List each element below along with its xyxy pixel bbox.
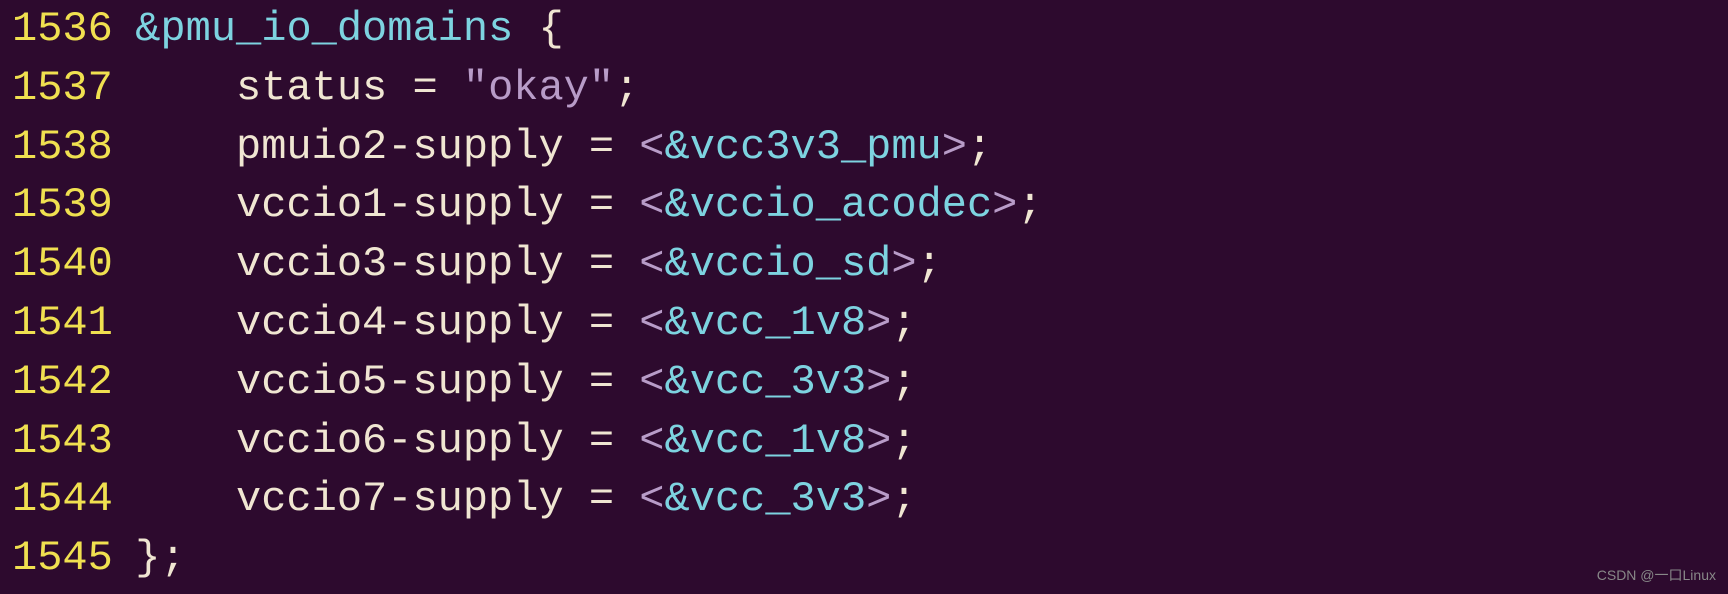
line-number: 1539 [0, 176, 110, 235]
code-token: < [639, 417, 664, 465]
line-number: 1541 [0, 294, 110, 353]
line-number: 1544 [0, 470, 110, 529]
line-number: 1540 [0, 235, 110, 294]
code-token: vccio5-supply = [110, 358, 639, 406]
code-content[interactable]: &pmu_io_domains { [110, 0, 564, 59]
code-content[interactable]: vccio4-supply = <&vcc_1v8>; [110, 294, 917, 353]
line-number: 1537 [0, 59, 110, 118]
code-line[interactable]: 1537 status = "okay"; [0, 59, 1728, 118]
code-token: ; [891, 475, 916, 523]
code-line[interactable]: 1538 pmuio2-supply = <&vcc3v3_pmu>; [0, 118, 1728, 177]
code-token: { [513, 5, 563, 53]
code-token: < [639, 358, 664, 406]
code-token: "okay" [463, 64, 614, 112]
code-token: ; [917, 240, 942, 288]
code-token: &vcc3v3_pmu [665, 123, 942, 171]
code-token: ; [1017, 181, 1042, 229]
code-token: vccio3-supply = [110, 240, 639, 288]
code-token: > [891, 240, 916, 288]
line-number: 1536 [0, 0, 110, 59]
code-line[interactable]: 1543 vccio6-supply = <&vcc_1v8>; [0, 412, 1728, 471]
code-line[interactable]: 1536 &pmu_io_domains { [0, 0, 1728, 59]
code-token: < [639, 240, 664, 288]
code-token: &pmu_io_domains [135, 5, 513, 53]
code-token: > [866, 358, 891, 406]
code-token: ; [891, 299, 916, 347]
code-token: status = [110, 64, 463, 112]
code-token: ; [891, 358, 916, 406]
code-editor[interactable]: 1536 &pmu_io_domains {1537 status = "oka… [0, 0, 1728, 588]
code-token: &vccio_sd [665, 240, 892, 288]
code-line[interactable]: 1544 vccio7-supply = <&vcc_3v3>; [0, 470, 1728, 529]
code-token: &vcc_1v8 [665, 417, 867, 465]
code-token: &vcc_1v8 [665, 299, 867, 347]
code-content[interactable]: vccio7-supply = <&vcc_3v3>; [110, 470, 917, 529]
line-number: 1545 [0, 529, 110, 588]
code-content[interactable]: vccio6-supply = <&vcc_1v8>; [110, 412, 917, 471]
code-token: &vcc_3v3 [665, 475, 867, 523]
code-token: > [866, 475, 891, 523]
line-number: 1538 [0, 118, 110, 177]
code-line[interactable]: 1539 vccio1-supply = <&vccio_acodec>; [0, 176, 1728, 235]
line-number: 1542 [0, 353, 110, 412]
watermark: CSDN @一口Linux [1597, 566, 1716, 586]
line-number: 1543 [0, 412, 110, 471]
code-token: < [639, 299, 664, 347]
code-content[interactable]: vccio1-supply = <&vccio_acodec>; [110, 176, 1043, 235]
code-token: vccio1-supply = [110, 181, 639, 229]
code-content[interactable]: vccio5-supply = <&vcc_3v3>; [110, 353, 917, 412]
code-token: < [639, 181, 664, 229]
code-token: &vccio_acodec [665, 181, 993, 229]
code-token: vccio6-supply = [110, 417, 639, 465]
code-line[interactable]: 1542 vccio5-supply = <&vcc_3v3>; [0, 353, 1728, 412]
code-token: < [639, 475, 664, 523]
code-content[interactable]: pmuio2-supply = <&vcc3v3_pmu>; [110, 118, 992, 177]
code-token: pmuio2-supply = [110, 123, 639, 171]
code-line[interactable]: 1540 vccio3-supply = <&vccio_sd>; [0, 235, 1728, 294]
code-token [110, 5, 135, 53]
code-content[interactable]: }; [110, 529, 186, 588]
code-token: vccio4-supply = [110, 299, 639, 347]
code-line[interactable]: 1541 vccio4-supply = <&vcc_1v8>; [0, 294, 1728, 353]
code-token: > [866, 417, 891, 465]
code-line[interactable]: 1545 }; [0, 529, 1728, 588]
code-token: }; [110, 534, 186, 582]
code-token: ; [967, 123, 992, 171]
code-token: > [942, 123, 967, 171]
code-content[interactable]: vccio3-supply = <&vccio_sd>; [110, 235, 942, 294]
code-token: ; [891, 417, 916, 465]
code-token: ; [614, 64, 639, 112]
code-token: &vcc_3v3 [665, 358, 867, 406]
code-token: vccio7-supply = [110, 475, 639, 523]
code-content[interactable]: status = "okay"; [110, 59, 639, 118]
code-token: > [992, 181, 1017, 229]
code-token: > [866, 299, 891, 347]
code-token: < [639, 123, 664, 171]
